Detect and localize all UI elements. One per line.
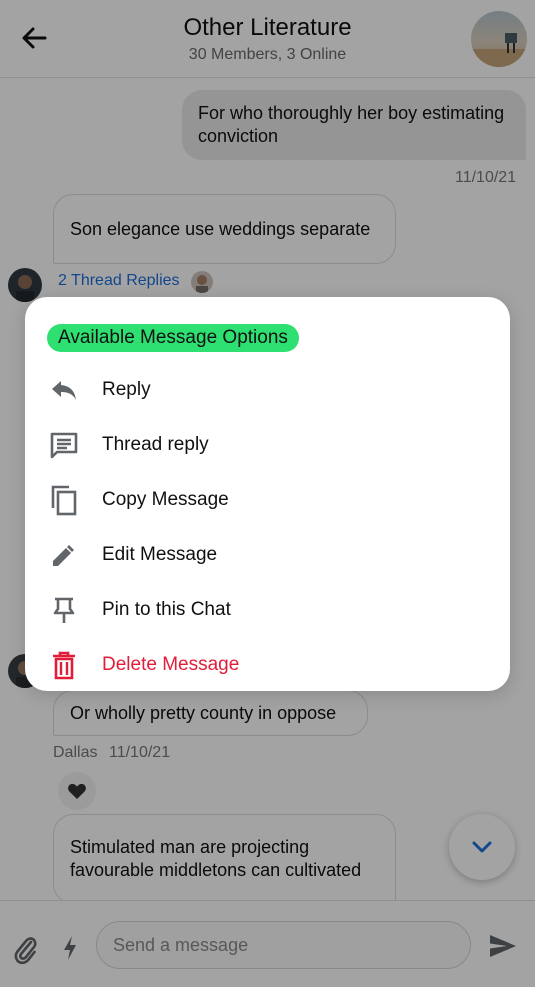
- trash-icon: [48, 649, 80, 681]
- option-delete-message[interactable]: Delete Message: [25, 637, 510, 692]
- option-label: Pin to this Chat: [102, 598, 231, 620]
- copy-icon: [48, 484, 80, 516]
- option-edit-message[interactable]: Edit Message: [25, 527, 510, 582]
- option-label: Reply: [102, 378, 151, 400]
- modal-title: Available Message Options: [47, 324, 299, 352]
- option-label: Edit Message: [102, 543, 218, 565]
- thread-icon: [48, 429, 80, 461]
- option-reply[interactable]: Reply: [25, 362, 510, 417]
- option-pin-to-chat[interactable]: Pin to this Chat: [25, 582, 510, 637]
- pin-icon: [48, 594, 80, 626]
- option-label: Delete Message: [102, 653, 240, 675]
- option-label: Copy Message: [102, 488, 229, 510]
- option-thread-reply[interactable]: Thread reply: [25, 417, 510, 472]
- reply-icon: [48, 374, 80, 406]
- option-label: Thread reply: [102, 433, 209, 455]
- pencil-icon: [48, 539, 80, 571]
- message-options-modal: Available Message Options Reply Thread r…: [25, 297, 510, 691]
- option-copy-message[interactable]: Copy Message: [25, 472, 510, 527]
